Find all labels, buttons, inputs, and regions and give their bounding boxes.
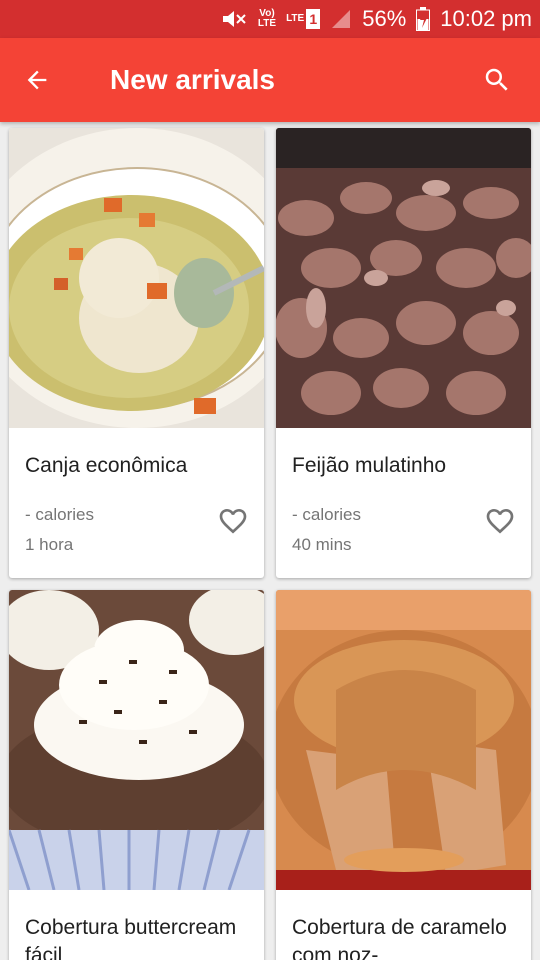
recipe-calories: - calories: [25, 505, 94, 524]
recipe-card[interactable]: Cobertura buttercream fácil: [9, 590, 264, 960]
lte-signal-icon: LTE 1: [286, 9, 321, 29]
recipe-image: [276, 590, 531, 890]
recipe-image: [276, 128, 531, 428]
arrow-back-icon: [27, 70, 47, 90]
recipe-image: [9, 128, 264, 428]
favorite-button[interactable]: [483, 504, 517, 538]
sim-badge: 1: [306, 9, 321, 29]
back-button[interactable]: [2, 38, 72, 122]
recipe-calories: - calories: [292, 505, 361, 524]
volte-icon: Vo) LTE: [257, 8, 277, 29]
battery-percent: 56%: [362, 6, 407, 31]
recipe-card[interactable]: Canja econômica - calories 1 hora: [9, 128, 264, 578]
battery-icon: [416, 7, 431, 31]
recipe-title: Feijão mulatinho: [292, 454, 447, 477]
status-bar: Vo) LTE LTE 1 56% 10:02 pm: [0, 0, 540, 38]
recipe-card[interactable]: Cobertura de caramelo com noz-: [276, 590, 531, 960]
heart-outline-icon: [486, 509, 514, 534]
recipe-title: Cobertura de caramelo com noz-: [292, 916, 507, 960]
search-icon: [485, 68, 508, 91]
recipe-title: Canja econômica: [25, 454, 188, 477]
recipe-time: 1 hora: [25, 535, 74, 554]
search-button[interactable]: [462, 38, 532, 122]
recipe-time: 40 mins: [292, 535, 352, 554]
favorite-button[interactable]: [216, 504, 250, 538]
recipe-card[interactable]: Feijão mulatinho - calories 40 mins: [276, 128, 531, 578]
heart-outline-icon: [219, 509, 247, 534]
recipe-meta: - calories 1 hora: [25, 500, 94, 560]
signal-icon: [330, 8, 352, 30]
lte-label: LTE: [286, 13, 305, 24]
recipe-title: Cobertura buttercream fácil: [25, 916, 237, 960]
clock: 10:02 pm: [440, 6, 532, 31]
recipe-image: [9, 590, 264, 890]
recipe-meta: - calories 40 mins: [292, 500, 361, 560]
app-bar: New arrivals: [0, 38, 540, 122]
mute-icon: [220, 8, 248, 30]
recipe-grid: Canja econômica - calories 1 hora Feijão…: [0, 122, 540, 960]
page-title: New arrivals: [110, 64, 275, 95]
